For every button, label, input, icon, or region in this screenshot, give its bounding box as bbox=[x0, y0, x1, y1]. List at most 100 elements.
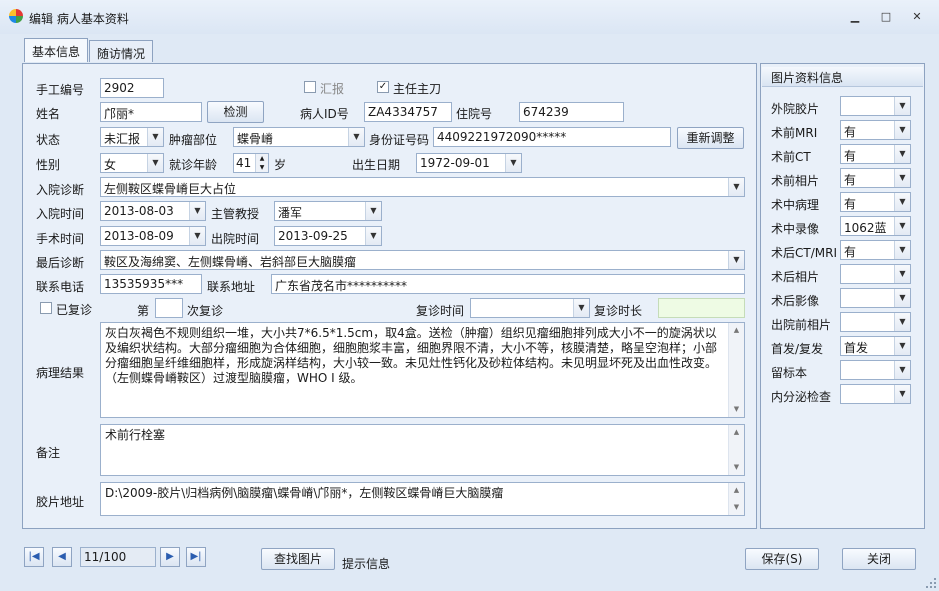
birth-date-picker[interactable]: 1972-09-01 ▼ bbox=[416, 153, 522, 173]
scroll-down-icon[interactable]: ▼ bbox=[729, 500, 744, 515]
image-info-label: 术后CT/MRI bbox=[771, 246, 837, 260]
admit-date-picker[interactable]: 2013-08-03 ▼ bbox=[100, 201, 206, 221]
admit-diag-value: 左侧鞍区蝶骨嵴巨大占位 bbox=[104, 182, 237, 196]
pathology-textarea[interactable]: 灰白灰褐色不规则组织一堆，大小共7*6.5*1.5cm，取4盒。送检（肿瘤）组织… bbox=[100, 322, 745, 418]
remark-textarea[interactable]: 术前行栓塞 ▲ ▼ bbox=[100, 424, 745, 476]
gender-select[interactable]: 女 ▼ bbox=[100, 153, 164, 173]
chevron-down-icon[interactable]: ▼ bbox=[894, 193, 910, 211]
image-info-select[interactable]: ▼ bbox=[840, 312, 911, 332]
chevron-down-icon[interactable]: ▼ bbox=[894, 337, 910, 355]
address-input[interactable]: 广东省茂名市********** bbox=[271, 274, 745, 294]
image-info-select[interactable]: ▼ bbox=[840, 384, 911, 404]
chevron-down-icon[interactable]: ▼ bbox=[894, 121, 910, 139]
save-button[interactable]: 保存(S) bbox=[745, 548, 819, 570]
image-info-select[interactable]: ▼ bbox=[840, 96, 911, 116]
image-info-label: 术后影像 bbox=[771, 294, 820, 308]
chief-surgeon-checkbox[interactable]: ✓ bbox=[377, 81, 389, 93]
close-window-button[interactable]: ✕ bbox=[908, 9, 926, 25]
find-image-button[interactable]: 查找图片 bbox=[261, 548, 335, 570]
discharge-date-picker[interactable]: 2013-09-25 ▼ bbox=[274, 226, 382, 246]
image-info-select[interactable]: ▼ bbox=[840, 360, 911, 380]
image-info-select[interactable]: 有 ▼ bbox=[840, 192, 911, 212]
revisit-duration-input[interactable] bbox=[658, 298, 745, 318]
readjust-button[interactable]: 重新调整 bbox=[677, 127, 744, 149]
image-info-select[interactable]: 有 ▼ bbox=[840, 240, 911, 260]
chevron-down-icon[interactable]: ▼ bbox=[189, 202, 205, 220]
chevron-down-icon[interactable]: ▼ bbox=[365, 202, 381, 220]
chevron-down-icon[interactable]: ▼ bbox=[894, 145, 910, 163]
chevron-down-icon[interactable]: ▼ bbox=[147, 128, 163, 146]
image-info-select[interactable]: 有 ▼ bbox=[840, 144, 911, 164]
admit-time-label: 入院时间 bbox=[36, 207, 85, 221]
hint-text: 提示信息 bbox=[342, 557, 391, 571]
spin-arrows-icon[interactable]: ▲ ▼ bbox=[255, 154, 268, 172]
image-info-select[interactable]: 首发 ▼ bbox=[840, 336, 911, 356]
film-addr-textarea[interactable]: D:\2009-胶片\归档病例\脑膜瘤\蝶骨嵴\邝丽*，左侧鞍区蝶骨嵴巨大脑膜瘤… bbox=[100, 482, 745, 516]
professor-select[interactable]: 潘军 ▼ bbox=[274, 201, 382, 221]
chevron-down-icon[interactable]: ▼ bbox=[894, 313, 910, 331]
tab-basic-info[interactable]: 基本信息 bbox=[24, 38, 89, 62]
chevron-down-icon[interactable]: ▼ bbox=[894, 361, 910, 379]
inpatient-no-input[interactable]: 674239 bbox=[519, 102, 624, 122]
scrollbar[interactable]: ▲ ▼ bbox=[728, 483, 744, 515]
tumor-site-select[interactable]: 蝶骨嵴 ▼ bbox=[233, 127, 365, 147]
scroll-down-icon[interactable]: ▼ bbox=[729, 460, 744, 475]
phone-label: 联系电话 bbox=[36, 280, 85, 294]
revisit-duration-label: 复诊时长 bbox=[594, 304, 643, 318]
chevron-down-icon[interactable]: ▼ bbox=[505, 154, 521, 172]
chevron-down-icon[interactable]: ▼ bbox=[365, 227, 381, 245]
tab-follow-up[interactable]: 随访情况 bbox=[89, 40, 154, 62]
phone-input[interactable]: 13535935*** bbox=[100, 274, 202, 294]
patient-id-label: 病人ID号 bbox=[300, 107, 349, 121]
scroll-up-icon[interactable]: ▲ bbox=[729, 323, 744, 338]
chevron-down-icon[interactable]: ▼ bbox=[728, 178, 744, 196]
scrollbar[interactable]: ▲ ▼ bbox=[728, 425, 744, 475]
close-button[interactable]: 关闭 bbox=[842, 548, 916, 570]
manual-no-input[interactable]: 2902 bbox=[100, 78, 164, 98]
chevron-down-icon[interactable]: ▼ bbox=[894, 289, 910, 307]
chevron-down-icon[interactable]: ▼ bbox=[348, 128, 364, 146]
image-info-select[interactable]: 有 ▼ bbox=[840, 168, 911, 188]
scrollbar[interactable]: ▲ ▼ bbox=[728, 323, 744, 417]
name-input[interactable]: 邝丽* bbox=[100, 102, 202, 122]
revisited-checkbox[interactable] bbox=[40, 302, 52, 314]
revisit-no-input[interactable] bbox=[155, 298, 183, 318]
status-label: 状态 bbox=[36, 133, 61, 147]
resize-grip-icon[interactable] bbox=[925, 577, 937, 589]
scroll-down-icon[interactable]: ▼ bbox=[729, 402, 744, 417]
chevron-down-icon[interactable]: ▼ bbox=[894, 241, 910, 259]
last-record-icon[interactable]: ▶| bbox=[186, 547, 206, 567]
chevron-down-icon[interactable]: ▼ bbox=[189, 227, 205, 245]
chevron-down-icon[interactable]: ▼ bbox=[147, 154, 163, 172]
film-addr-label: 胶片地址 bbox=[36, 495, 85, 509]
maximize-button[interactable]: □ bbox=[877, 9, 895, 25]
scroll-up-icon[interactable]: ▲ bbox=[729, 483, 744, 498]
patient-id-input[interactable]: ZA4334757 bbox=[364, 102, 452, 122]
check-button[interactable]: 检测 bbox=[207, 101, 264, 123]
next-record-icon[interactable]: ▶ bbox=[160, 547, 180, 567]
chevron-down-icon[interactable]: ▼ bbox=[573, 299, 589, 317]
chevron-down-icon[interactable]: ▼ bbox=[894, 169, 910, 187]
image-info-select[interactable]: ▼ bbox=[840, 288, 911, 308]
id-card-input[interactable]: 4409221972090***** bbox=[433, 127, 671, 147]
chevron-down-icon[interactable]: ▼ bbox=[894, 385, 910, 403]
admit-diag-select[interactable]: 左侧鞍区蝶骨嵴巨大占位 ▼ bbox=[100, 177, 745, 197]
scroll-up-icon[interactable]: ▲ bbox=[729, 425, 744, 440]
revisit-date-picker[interactable]: ▼ bbox=[470, 298, 590, 318]
chevron-down-icon[interactable]: ▼ bbox=[728, 251, 744, 269]
final-diag-select[interactable]: 鞍区及海绵窦、左侧蝶骨嵴、岩斜部巨大脑膜瘤 ▼ bbox=[100, 250, 745, 270]
surgery-date-picker[interactable]: 2013-08-09 ▼ bbox=[100, 226, 206, 246]
image-info-select[interactable]: 有 ▼ bbox=[840, 120, 911, 140]
first-record-icon[interactable]: |◀ bbox=[24, 547, 44, 567]
chevron-down-icon[interactable]: ▼ bbox=[894, 265, 910, 283]
image-info-label: 留标本 bbox=[771, 366, 808, 380]
image-info-select[interactable]: ▼ bbox=[840, 264, 911, 284]
prev-record-icon[interactable]: ◀ bbox=[52, 547, 72, 567]
chevron-down-icon[interactable]: ▼ bbox=[894, 97, 910, 115]
age-stepper[interactable]: 41 ▲ ▼ bbox=[233, 153, 269, 173]
chevron-down-icon[interactable]: ▼ bbox=[894, 217, 910, 235]
status-select[interactable]: 未汇报 ▼ bbox=[100, 127, 164, 147]
report-checkbox[interactable] bbox=[304, 81, 316, 93]
image-info-select[interactable]: 1062蓝 ▼ bbox=[840, 216, 911, 236]
minimize-button[interactable]: ▁ bbox=[846, 9, 864, 25]
